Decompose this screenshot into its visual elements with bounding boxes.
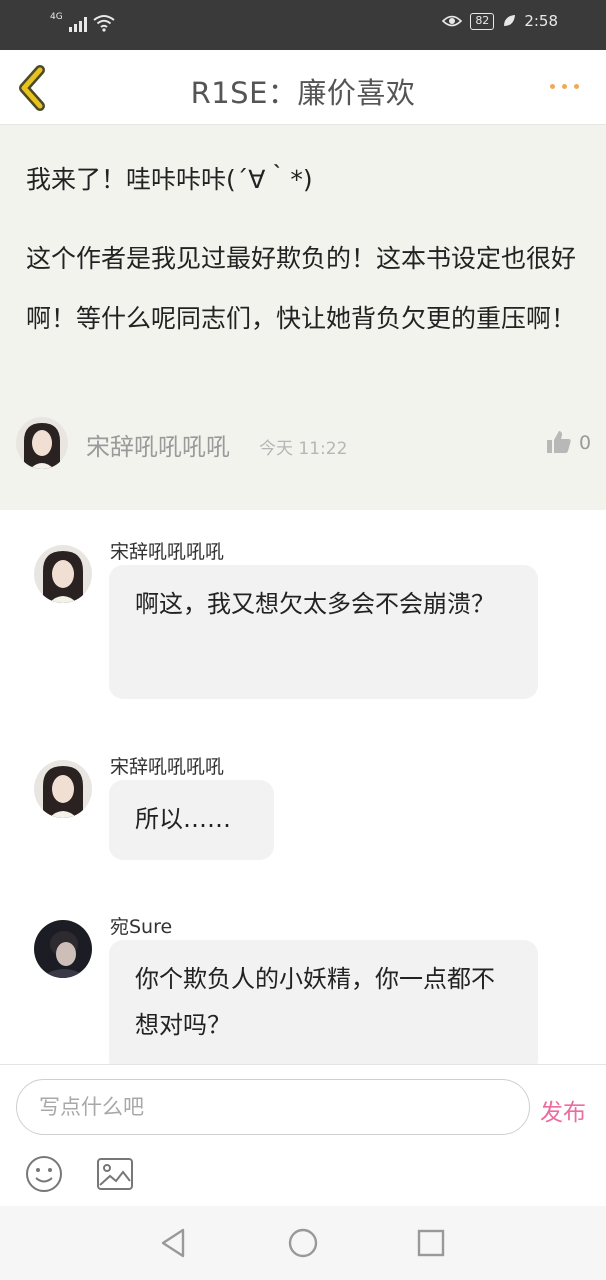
network-type: 4G <box>50 12 63 22</box>
more-options-button[interactable] <box>550 78 584 94</box>
nav-home-icon[interactable] <box>286 1226 320 1260</box>
status-left: 4G <box>50 12 115 32</box>
comment-meta: 宋辞吼吼吼吼 今天 11:22 0 <box>16 417 596 473</box>
image-icon[interactable] <box>96 1157 134 1191</box>
reply-author[interactable]: 宛Sure <box>110 912 172 939</box>
reply-author[interactable]: 宋辞吼吼吼吼 <box>110 537 224 564</box>
avatar[interactable] <box>16 417 68 469</box>
more-dot <box>562 83 567 89</box>
comment-composer: 发布 <box>0 1064 606 1206</box>
clock: 2:58 <box>524 12 558 30</box>
wifi-icon <box>93 15 115 32</box>
avatar[interactable] <box>34 920 92 978</box>
avatar-image <box>34 920 92 978</box>
status-right: 82 2:58 <box>442 12 558 30</box>
avatar[interactable] <box>34 760 92 818</box>
comment-time: 今天 11:22 <box>259 439 348 459</box>
publish-button[interactable]: 发布 <box>540 1093 586 1127</box>
eye-icon <box>442 15 463 27</box>
comment-input[interactable] <box>16 1079 530 1135</box>
leaf-icon <box>504 15 516 26</box>
comment-text-line-1: 我来了！哇咔咔咔(´∀｀*) <box>26 165 313 194</box>
comment-text-line-2: 这个作者是我见过最好欺负的！这本书设定也很好啊！等什么呢同志们，快让她背负欠更的… <box>26 244 577 333</box>
emoji-icon[interactable] <box>25 1155 63 1193</box>
avatar[interactable] <box>34 545 92 603</box>
system-nav-bar <box>0 1206 606 1280</box>
more-dots-icon <box>550 83 555 89</box>
main-comment: 我来了！哇咔咔咔(´∀｀*) 这个作者是我见过最好欺负的！这本书设定也很好啊！等… <box>0 125 606 510</box>
reply-bubble: 你个欺负人的小妖精，你一点都不想对吗？ <box>109 940 538 1074</box>
battery-icon: 82 <box>470 12 495 30</box>
avatar-image <box>34 760 92 818</box>
nav-recent-icon[interactable] <box>414 1226 448 1260</box>
status-bar: 4G 82 2:58 <box>0 0 606 50</box>
reply-bubble: 所以…… <box>109 780 274 860</box>
avatar-image <box>34 545 92 603</box>
reply-author[interactable]: 宋辞吼吼吼吼 <box>110 752 224 779</box>
reply-bubble: 啊这，我又想欠太多会不会崩溃？ <box>109 565 538 699</box>
comment-author[interactable]: 宋辞吼吼吼吼 <box>86 427 230 462</box>
thumbs-up-icon[interactable] <box>546 429 572 455</box>
page-title: R1SE：廉价喜欢 <box>190 76 416 110</box>
like-count: 0 <box>579 432 592 454</box>
nav-back-icon[interactable] <box>157 1226 191 1260</box>
top-app-bar: R1SE：廉价喜欢 <box>0 50 606 125</box>
signal-icon <box>68 16 87 32</box>
more-dot <box>574 83 579 89</box>
avatar-image <box>16 417 68 469</box>
